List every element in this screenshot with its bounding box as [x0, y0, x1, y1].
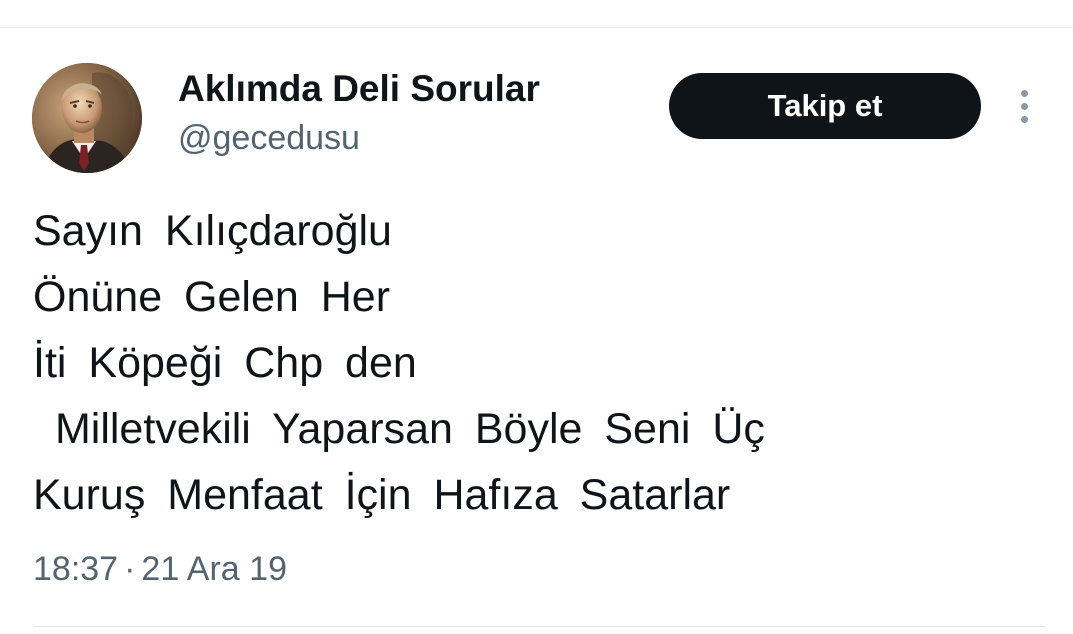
tweet-text: Sayın Kılıçdaroğlu Önüne Gelen Her İti K…	[33, 198, 1043, 528]
tweet-line: Önüne Gelen Her	[33, 273, 391, 321]
tweet-line: Sayın Kılıçdaroğlu	[33, 207, 392, 255]
author-handle[interactable]: @gecedusu	[178, 117, 360, 159]
follow-button[interactable]: Takip et	[669, 73, 981, 139]
tweet-line: Kuruş Menfaat İçin Hafıza Satarlar	[33, 471, 731, 519]
author-display-name[interactable]: Aklımda Deli Sorular	[178, 67, 540, 111]
tweet-line: Milletvekili Yaparsan Böyle Seni Üç	[33, 405, 765, 453]
avatar[interactable]	[32, 63, 142, 173]
top-divider	[0, 27, 1073, 28]
more-vertical-icon[interactable]	[1012, 88, 1038, 126]
bottom-divider	[33, 626, 1046, 627]
follow-button-label: Takip et	[767, 88, 883, 123]
tweet-date: 21 Ara 19	[141, 550, 287, 588]
tweet-time: 18:37	[33, 550, 119, 588]
portrait-avatar-icon	[32, 63, 142, 173]
tweet-timestamp[interactable]: 18:37 · 21 Ara 19	[33, 546, 287, 592]
timestamp-separator: ·	[124, 550, 136, 588]
tweet-line: İti Köpeği Chp den	[33, 339, 417, 387]
